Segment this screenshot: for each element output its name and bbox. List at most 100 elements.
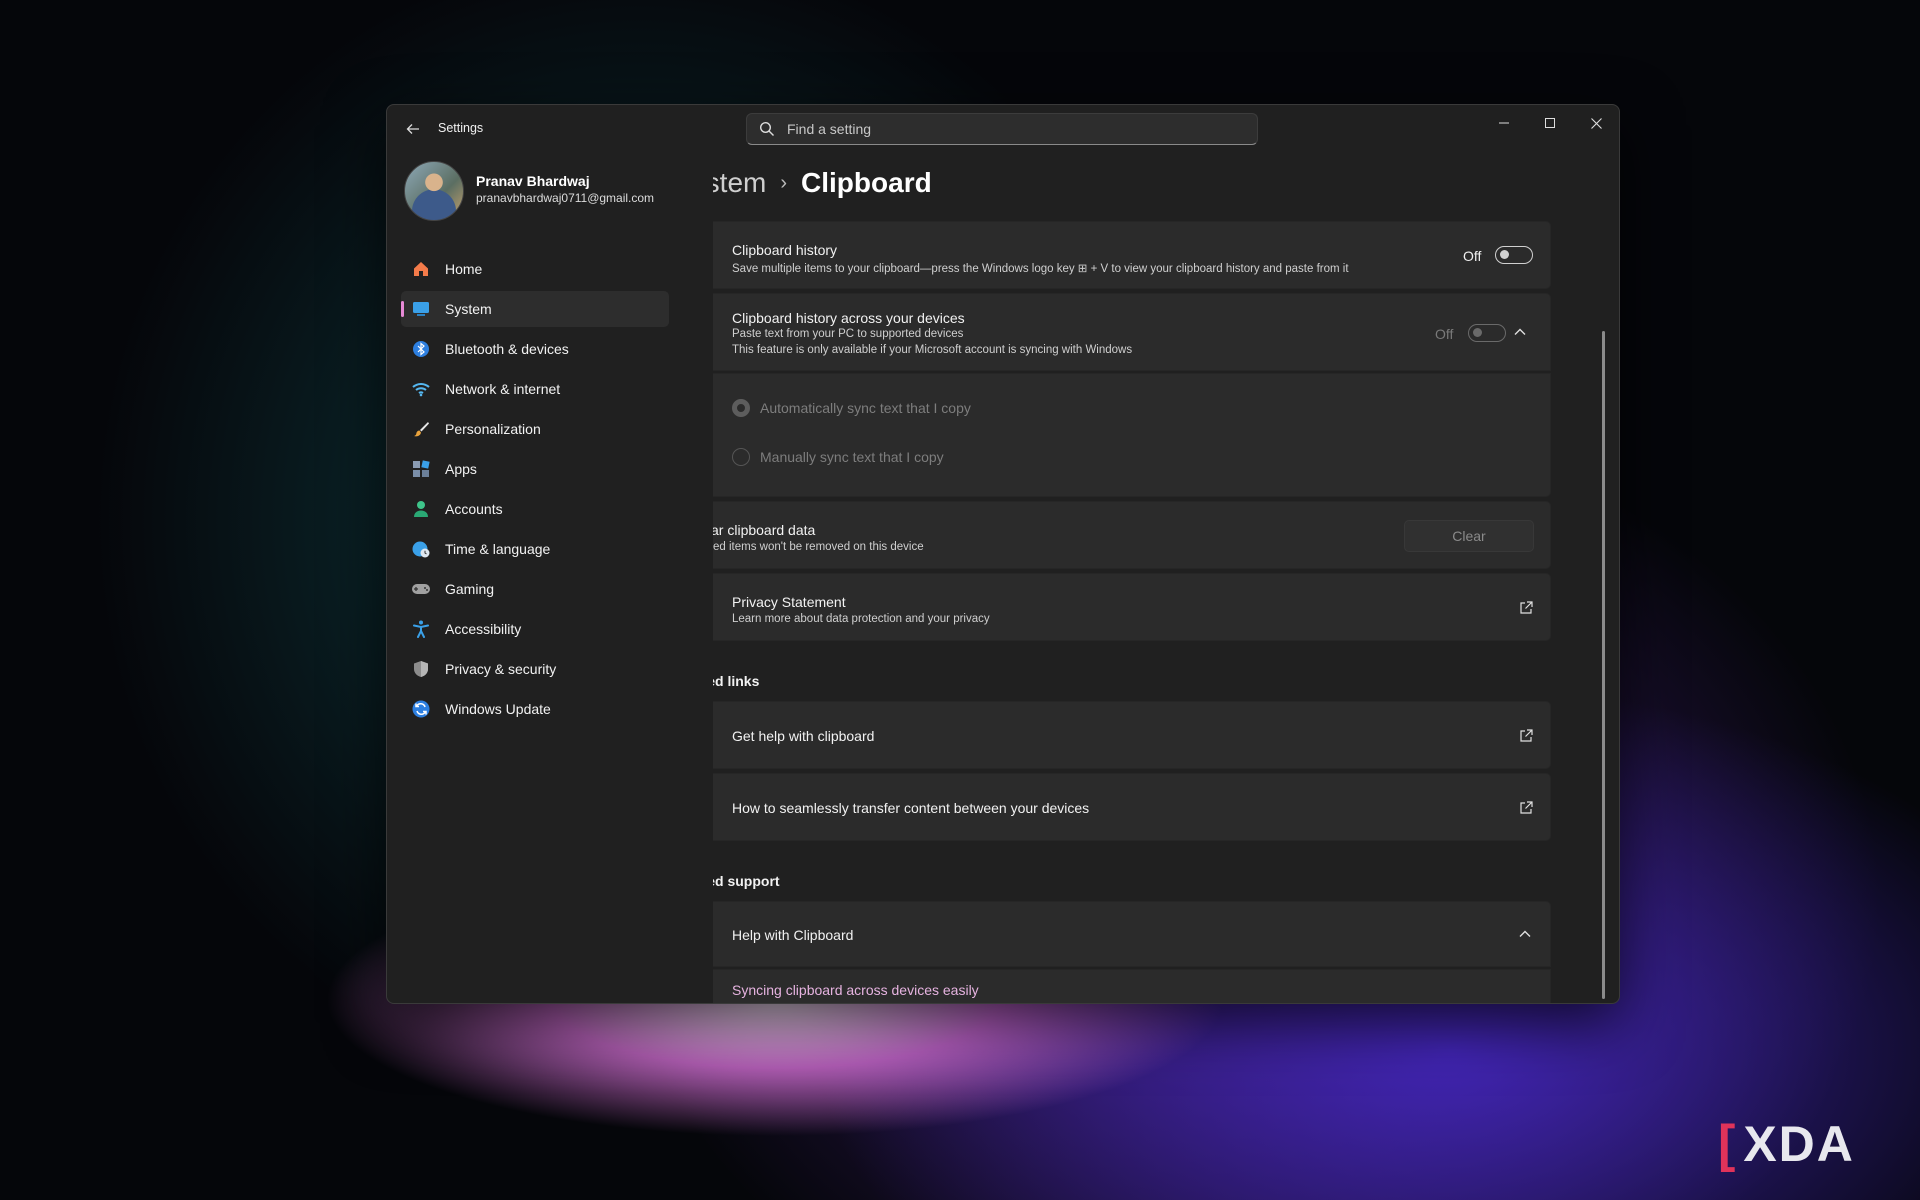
scrollbar[interactable] [1602, 331, 1605, 999]
clipboard-history-title: Clipboard history [732, 242, 838, 258]
sync-option-auto[interactable]: Automatically sync text that I copy [732, 399, 971, 417]
chevron-up-icon[interactable] [1513, 325, 1529, 341]
related-links-heading: Related links [713, 673, 760, 689]
external-link-icon [1520, 801, 1533, 814]
help-with-clipboard-card[interactable]: Help with Clipboard [713, 901, 1551, 967]
clear-button[interactable]: Clear [1404, 520, 1534, 552]
accessibility-icon [411, 619, 431, 639]
app-title: Settings [438, 121, 484, 135]
related-link-transfer[interactable]: How to seamlessly transfer content betwe… [713, 773, 1551, 841]
page-title: Clipboard [801, 167, 932, 198]
user-profile[interactable]: Pranav Bhardwaj pranavbhardwaj0711@gmail… [404, 161, 704, 221]
clear-data-subtitle: Pinned items won't be removed on this de… [713, 541, 924, 553]
clipboard-history-card: Clipboard history Save multiple items to… [713, 221, 1551, 289]
sidebar-item-label: Windows Update [445, 701, 551, 717]
clear-data-card: Clear clipboard data Pinned items won't … [713, 501, 1551, 569]
xda-watermark: [ XDA [1718, 1115, 1855, 1173]
external-link-icon [1520, 601, 1533, 614]
xda-logo-icon: [ [1718, 1115, 1738, 1173]
close-icon [1590, 117, 1602, 129]
search-icon [759, 121, 774, 136]
sidebar-item-time-language[interactable]: Time & language [401, 531, 669, 567]
maximize-button[interactable] [1527, 105, 1573, 141]
brush-icon [411, 419, 431, 439]
close-button[interactable] [1573, 105, 1619, 141]
minimize-icon [1499, 122, 1509, 124]
sync-options-panel: Automatically sync text that I copy Manu… [713, 373, 1551, 497]
main-content: System › Clipboard Clipboard history Sav… [713, 153, 1609, 1003]
related-support-heading: Related support [713, 873, 780, 889]
sidebar-item-label: Network & internet [445, 381, 561, 397]
sidebar-item-network[interactable]: Network & internet [401, 371, 669, 407]
sidebar-item-privacy-security[interactable]: Privacy & security [401, 651, 669, 687]
sidebar-item-label: System [445, 301, 492, 317]
bluetooth-icon [411, 339, 431, 359]
update-icon [411, 699, 431, 719]
privacy-title: Privacy Statement [732, 594, 846, 610]
help-with-clipboard-label: Help with Clipboard [732, 927, 854, 943]
search-input[interactable] [785, 120, 1229, 138]
history-devices-toggle[interactable] [1468, 324, 1506, 342]
profile-email: pranavbhardwaj0711@gmail.com [476, 191, 655, 205]
breadcrumb: System › Clipboard [713, 167, 932, 199]
sidebar-item-personalization[interactable]: Personalization [401, 411, 669, 447]
shield-icon [411, 659, 431, 679]
maximize-icon [1545, 118, 1555, 128]
sidebar-item-system[interactable]: System [401, 291, 669, 327]
sidebar-item-accounts[interactable]: Accounts [401, 491, 669, 527]
gamepad-icon [411, 579, 431, 599]
sidebar-nav: Home System Bluetooth & devices Network … [401, 251, 669, 731]
breadcrumb-parent[interactable]: System [713, 167, 766, 199]
sync-option-manual-label: Manually sync text that I copy [760, 449, 944, 465]
xda-logo-text: XDA [1743, 1116, 1855, 1172]
clipboard-history-subtitle: Save multiple items to your clipboard—pr… [732, 263, 1349, 275]
settings-window: Settings Pranav Bhardwaj pranavbhardwaj0… [386, 104, 1620, 1004]
radio-auto[interactable] [732, 399, 750, 417]
sidebar-item-apps[interactable]: Apps [401, 451, 669, 487]
chevron-up-icon[interactable] [1518, 927, 1534, 943]
help-expanded-panel: Syncing clipboard across devices easily [713, 969, 1551, 1003]
sidebar-item-label: Time & language [445, 541, 551, 557]
home-icon [411, 259, 431, 279]
sidebar-item-label: Privacy & security [445, 661, 557, 677]
sidebar-item-bluetooth[interactable]: Bluetooth & devices [401, 331, 669, 367]
chevron-right-icon: › [780, 171, 788, 194]
sidebar-item-label: Home [445, 261, 483, 277]
sidebar-item-accessibility[interactable]: Accessibility [401, 611, 669, 647]
sidebar-item-home[interactable]: Home [401, 251, 669, 287]
system-icon [411, 299, 431, 319]
avatar [404, 161, 464, 221]
profile-name: Pranav Bhardwaj [476, 173, 590, 189]
sidebar-item-windows-update[interactable]: Windows Update [401, 691, 669, 727]
radio-manual[interactable] [732, 448, 750, 466]
external-link-icon [1520, 729, 1533, 742]
title-bar: Settings [387, 105, 1619, 153]
search-box[interactable] [746, 113, 1258, 145]
sidebar-item-label: Accounts [445, 501, 503, 517]
privacy-subtitle: Learn more about data protection and you… [732, 613, 990, 625]
clipboard-history-state: Off [1463, 248, 1482, 264]
sidebar-item-label: Gaming [445, 581, 495, 597]
privacy-statement-card[interactable]: Privacy Statement Learn more about data … [713, 573, 1551, 641]
related-link-help-label: Get help with clipboard [732, 728, 875, 744]
sidebar-item-label: Accessibility [445, 621, 522, 637]
sync-option-manual[interactable]: Manually sync text that I copy [732, 448, 944, 466]
sync-option-auto-label: Automatically sync text that I copy [760, 400, 971, 416]
sidebar-item-label: Personalization [445, 421, 541, 437]
syncing-help-link[interactable]: Syncing clipboard across devices easily [732, 982, 979, 998]
history-devices-subtitle-1: Paste text from your PC to supported dev… [732, 328, 964, 340]
clipboard-history-toggle[interactable] [1495, 246, 1533, 264]
related-link-transfer-label: How to seamlessly transfer content betwe… [732, 800, 1090, 816]
sidebar-item-label: Bluetooth & devices [445, 341, 569, 357]
sidebar-item-label: Apps [445, 461, 477, 477]
related-link-help[interactable]: Get help with clipboard [713, 701, 1551, 769]
sidebar-item-gaming[interactable]: Gaming [401, 571, 669, 607]
history-devices-state: Off [1435, 326, 1454, 342]
apps-icon [411, 459, 431, 479]
wifi-icon [411, 379, 431, 399]
minimize-button[interactable] [1481, 105, 1527, 141]
back-arrow-icon[interactable] [401, 117, 425, 141]
accounts-icon [411, 499, 431, 519]
history-devices-subtitle-2: This feature is only available if your M… [732, 344, 1133, 356]
history-devices-title: Clipboard history across your devices [732, 310, 965, 326]
